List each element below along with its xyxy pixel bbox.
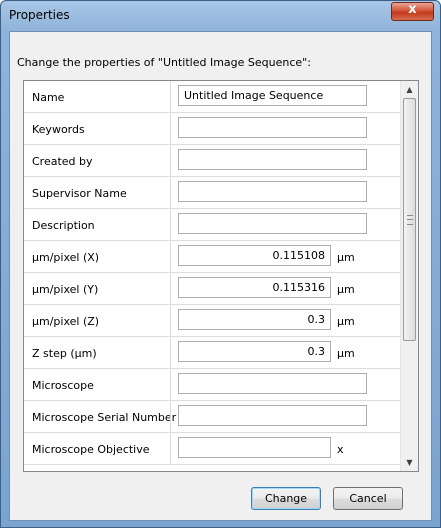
change-button[interactable]: Change [251, 487, 321, 510]
unit-label: x [337, 443, 344, 456]
column-divider [170, 241, 171, 273]
column-divider [170, 177, 171, 209]
property-row: Supervisor Name [24, 177, 402, 209]
property-value-field[interactable]: Untitled Image Sequence [178, 85, 367, 106]
property-row: µm/pixel (Z) 0.3 µm [24, 305, 402, 337]
property-row: Microscope [24, 369, 402, 401]
column-divider [170, 81, 171, 113]
property-grid: Name Untitled Image Sequence Keywords Creat… [23, 80, 419, 472]
property-row: µm/pixel (Y) 0.115316 µm [24, 273, 402, 305]
property-value-field[interactable] [178, 373, 367, 394]
property-row: µm/pixel (X) 0.115108 µm [24, 241, 402, 273]
property-row: Created by [24, 145, 402, 177]
property-value-field[interactable] [178, 117, 367, 138]
unit-label: µm [337, 347, 355, 360]
scrollbar-thumb[interactable] [403, 98, 416, 341]
property-label: Microscope Objective [32, 443, 150, 456]
scroll-up-arrow-icon[interactable]: ▲ [401, 81, 418, 98]
close-icon: x [408, 2, 417, 17]
vertical-scrollbar[interactable]: ▲ ▼ [400, 81, 418, 471]
property-value-field[interactable] [178, 181, 367, 202]
unit-label: µm [337, 283, 355, 296]
column-divider [170, 401, 171, 433]
property-value-field[interactable] [178, 149, 367, 170]
property-row: Microscope Objective x [24, 433, 402, 465]
property-label: Z step (µm) [32, 347, 97, 360]
property-label: µm/pixel (X) [32, 251, 100, 264]
property-row: Description [24, 209, 402, 241]
title-bar[interactable]: Properties x [1, 1, 440, 31]
column-divider [170, 433, 171, 465]
property-value-field[interactable]: 0.115316 [178, 277, 331, 298]
column-divider [170, 305, 171, 337]
column-divider [170, 369, 171, 401]
column-divider [170, 113, 171, 145]
unit-label: µm [337, 315, 355, 328]
unit-label: µm [337, 251, 355, 264]
grip-icon [407, 215, 413, 225]
property-label: Supervisor Name [32, 187, 127, 200]
property-label: µm/pixel (Z) [32, 315, 100, 328]
column-divider [170, 145, 171, 177]
property-value-field[interactable]: 0.115108 [178, 245, 331, 266]
property-label: Name [32, 91, 65, 104]
scroll-down-arrow-icon[interactable]: ▼ [401, 454, 418, 471]
column-divider [170, 337, 171, 369]
property-row: Name Untitled Image Sequence [24, 81, 402, 113]
property-label: Created by [32, 155, 93, 168]
cancel-button[interactable]: Cancel [333, 487, 403, 510]
property-label: Keywords [32, 123, 85, 136]
column-divider [170, 209, 171, 241]
close-button[interactable]: x [391, 2, 434, 21]
property-row: Z step (µm) 0.3 µm [24, 337, 402, 369]
property-label: Description [32, 219, 95, 232]
property-label: Microscope Serial Number [32, 411, 177, 424]
property-row: Keywords [24, 113, 402, 145]
property-row: Microscope Serial Number [24, 401, 402, 433]
property-label: Microscope [32, 379, 94, 392]
column-divider [170, 273, 171, 305]
dialog-prompt: Change the properties of "Untitled Image… [17, 56, 311, 69]
property-value-field[interactable] [178, 213, 367, 234]
window-title: Properties [9, 8, 70, 22]
property-value-field[interactable]: 0.3 [178, 309, 331, 330]
property-label: µm/pixel (Y) [32, 283, 99, 296]
property-value-field[interactable]: 0.3 [178, 341, 331, 362]
property-value-field[interactable] [178, 405, 367, 426]
property-value-field[interactable] [178, 437, 331, 458]
